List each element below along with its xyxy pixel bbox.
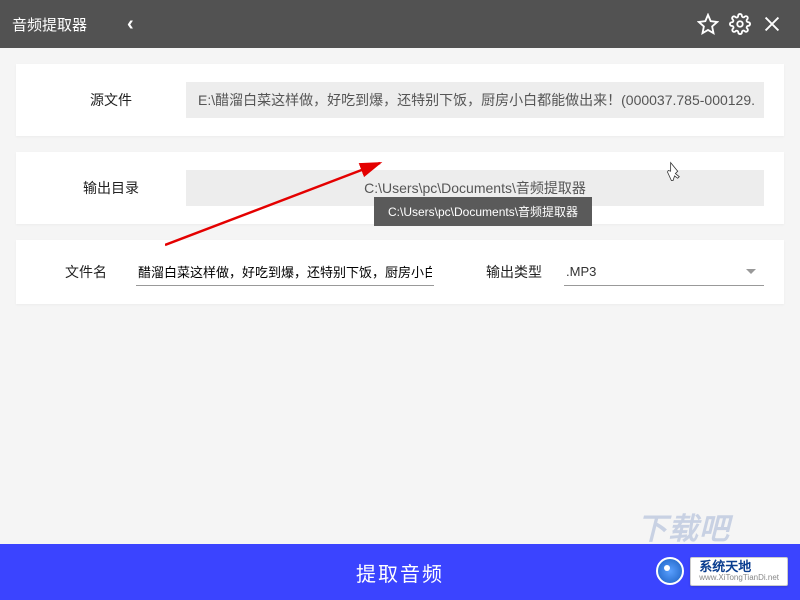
source-file-field[interactable]: E:\醋溜白菜这样做，好吃到爆，还特别下饭，厨房小白都能做出来！(000037.… [186, 82, 764, 118]
output-type-label: 输出类型 [464, 262, 564, 282]
back-button[interactable]: ‹ [127, 14, 134, 34]
output-dir-label: 输出目录 [36, 178, 186, 198]
title-bar: 音频提取器 ‹ [0, 0, 800, 48]
chevron-down-icon [746, 269, 756, 274]
output-dir-tooltip: C:\Users\pc\Documents\音频提取器 [374, 197, 592, 226]
source-file-label: 源文件 [36, 90, 186, 110]
close-icon[interactable] [756, 8, 788, 40]
app-title: 音频提取器 [12, 14, 87, 35]
source-file-panel: 源文件 E:\醋溜白菜这样做，好吃到爆，还特别下饭，厨房小白都能做出来！(000… [16, 64, 784, 136]
settings-icon[interactable] [724, 8, 756, 40]
filename-panel: 文件名 输出类型 .MP3 [16, 240, 784, 304]
output-type-dropdown[interactable]: .MP3 [564, 258, 764, 286]
output-type-value: .MP3 [566, 264, 746, 279]
filename-input[interactable] [136, 258, 434, 286]
favorite-icon[interactable] [692, 8, 724, 40]
background-watermark: 下载吧 [637, 504, 730, 548]
extract-audio-button[interactable]: 提取音频 [0, 544, 800, 600]
filename-label: 文件名 [36, 262, 136, 282]
